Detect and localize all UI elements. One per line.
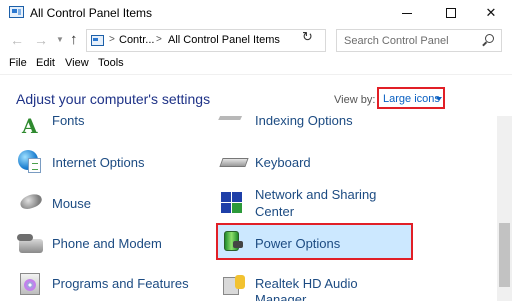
page-title: Adjust your computer's settings [16, 91, 211, 107]
maximize-button[interactable] [430, 0, 472, 26]
item-internet-options[interactable]: Internet Options [14, 148, 204, 184]
control-panel-icon [9, 6, 24, 18]
refresh-icon[interactable]: ↻ [302, 29, 313, 45]
breadcrumb-separator[interactable]: > [109, 34, 115, 45]
network-icon [219, 190, 247, 218]
item-label[interactable]: Indexing Options [255, 116, 353, 129]
breadcrumb-control-panel[interactable]: Contr... [119, 34, 154, 46]
items-grid: A Fonts Internet Options Mouse Phone and… [0, 116, 497, 301]
search-icon[interactable] [485, 34, 494, 43]
item-label[interactable]: Power Options [255, 236, 340, 252]
chevron-down-icon[interactable] [436, 97, 442, 101]
back-arrow-icon[interactable]: ← [10, 32, 24, 48]
item-realtek-hd-audio-manager[interactable]: Realtek HD Audio Manager [217, 269, 407, 301]
item-phone-and-modem[interactable]: Phone and Modem [14, 229, 204, 265]
view-by-label: View by: [334, 94, 376, 106]
window-title: All Control Panel Items [30, 6, 153, 20]
audio-icon [219, 269, 247, 297]
address-box[interactable]: > Contr... > All Control Panel Items ▼ [86, 29, 377, 52]
up-arrow-icon[interactable]: ↑ [70, 31, 78, 48]
item-label[interactable]: Keyboard [255, 155, 311, 171]
scrollbar-thumb[interactable] [499, 223, 510, 287]
item-power-options[interactable]: Power Options [217, 227, 407, 263]
title-bar: All Control Panel Items ✕ [0, 0, 512, 26]
control-panel-small-icon [91, 35, 104, 46]
item-label[interactable]: Mouse [52, 196, 91, 212]
breadcrumb-all-items[interactable]: All Control Panel Items [168, 34, 280, 46]
item-label[interactable]: Fonts [52, 116, 85, 129]
item-indexing-options[interactable]: Indexing Options [217, 116, 407, 150]
view-by-value[interactable]: Large icons [383, 93, 440, 105]
keyboard-icon [219, 148, 249, 176]
item-label[interactable]: Realtek HD Audio Manager [255, 276, 407, 301]
page-header: Adjust your computer's settings View by:… [0, 74, 512, 116]
indexing-icon [218, 116, 247, 142]
menu-view[interactable]: View [65, 57, 89, 69]
item-fonts[interactable]: A Fonts [14, 116, 204, 150]
item-network-and-sharing-center[interactable]: Network and Sharing Center [217, 186, 407, 222]
maximize-icon [446, 8, 456, 18]
power-icon [219, 227, 247, 255]
fonts-icon: A [22, 116, 38, 138]
item-mouse[interactable]: Mouse [14, 189, 204, 225]
item-keyboard[interactable]: Keyboard [217, 148, 407, 184]
minimize-button[interactable] [386, 0, 428, 26]
item-label-line2[interactable]: Center [255, 204, 294, 220]
internet-options-icon [16, 148, 44, 176]
menu-edit[interactable]: Edit [36, 57, 55, 69]
close-button[interactable]: ✕ [470, 0, 512, 26]
vertical-scrollbar[interactable] [497, 116, 512, 301]
breadcrumb-separator[interactable]: > [156, 34, 162, 45]
menu-file[interactable]: File [9, 57, 27, 69]
item-label[interactable]: Programs and Features [52, 276, 189, 292]
programs-icon [16, 269, 44, 297]
search-input[interactable]: Search Control Panel [336, 29, 502, 52]
phone-icon [16, 229, 44, 257]
minimize-icon [402, 12, 412, 14]
view-by-dropdown[interactable]: Large icons [377, 87, 445, 109]
forward-arrow-icon[interactable]: → [34, 32, 48, 48]
item-programs-and-features[interactable]: Programs and Features [14, 269, 204, 301]
recent-locations-chevron-icon[interactable]: ▼ [56, 35, 64, 44]
search-placeholder: Search Control Panel [344, 35, 449, 47]
item-label[interactable]: Internet Options [52, 155, 145, 171]
item-label-line1[interactable]: Network and Sharing [255, 187, 376, 203]
menu-tools[interactable]: Tools [98, 57, 124, 69]
menu-bar: File Edit View Tools [0, 56, 512, 74]
mouse-icon [16, 189, 44, 217]
address-bar: ← → ▼ ↑ > Contr... > All Control Panel I… [0, 26, 512, 56]
item-label[interactable]: Phone and Modem [52, 236, 162, 252]
